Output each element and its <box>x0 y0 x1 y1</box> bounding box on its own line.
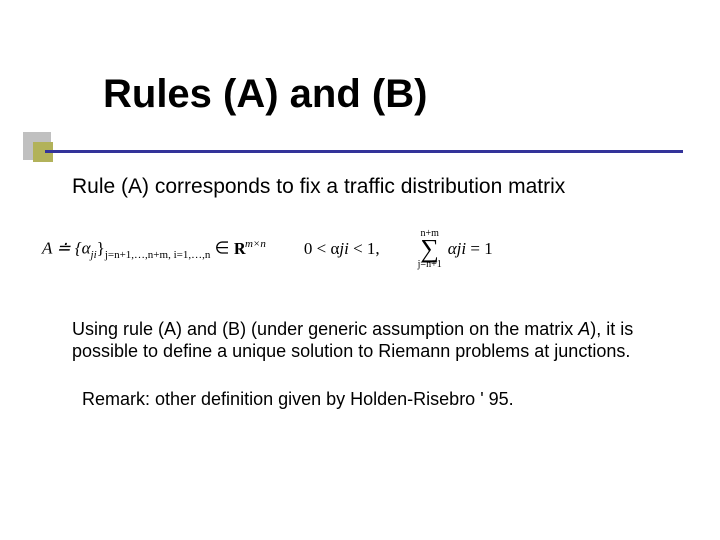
slide: Rules (A) and (B) Rule (A) corresponds t… <box>0 72 720 540</box>
mA-1: A ≐ {α <box>42 239 91 258</box>
sum-alpha-sub: ji <box>457 239 466 258</box>
title-underline <box>45 150 683 153</box>
math-sum: n+m ∑ j=n+1 αji = 1 <box>418 229 493 270</box>
mA-exp: m×n <box>245 238 266 250</box>
slide-title: Rules (A) and (B) <box>103 72 720 127</box>
sigma-block: n+m ∑ j=n+1 <box>418 229 442 270</box>
p2-pre: Using rule (A) and (B) (under generic as… <box>72 319 578 339</box>
sum-eq: = 1 <box>466 239 493 258</box>
lead-text: Rule (A) corresponds to fix a traffic di… <box>72 175 660 199</box>
sigma-bot: j=n+1 <box>418 260 442 270</box>
mA-mid: } <box>97 239 105 258</box>
sum-alpha: α <box>448 239 457 258</box>
mA-in: ∈ <box>210 239 233 258</box>
ineq-pre: 0 < α <box>304 239 340 258</box>
ineq-post: < 1, <box>349 239 380 258</box>
p2-A: A <box>578 319 590 339</box>
sigma-symbol: ∑ <box>420 239 439 260</box>
slide-body: Rule (A) corresponds to fix a traffic di… <box>72 175 660 410</box>
sum-term: αji = 1 <box>448 239 493 259</box>
mA-sub2: j=n+1,…,n+m, i=1,…,n <box>105 249 210 261</box>
mA-R: R <box>234 239 245 259</box>
math-row: A ≐ {αji}j=n+1,…,n+m, i=1,…,n ∈ Rm×n 0 <… <box>42 229 660 270</box>
math-definition-A: A ≐ {αji}j=n+1,…,n+m, i=1,…,n ∈ Rm×n <box>42 238 266 261</box>
paragraph-usage: Using rule (A) and (B) (under generic as… <box>72 318 660 363</box>
title-block: Rules (A) and (B) <box>45 72 720 127</box>
paragraph-remark: Remark: other definition given by Holden… <box>82 389 660 410</box>
ineq-sub: ji <box>339 239 348 258</box>
math-inequality: 0 < αji < 1, <box>304 239 380 259</box>
